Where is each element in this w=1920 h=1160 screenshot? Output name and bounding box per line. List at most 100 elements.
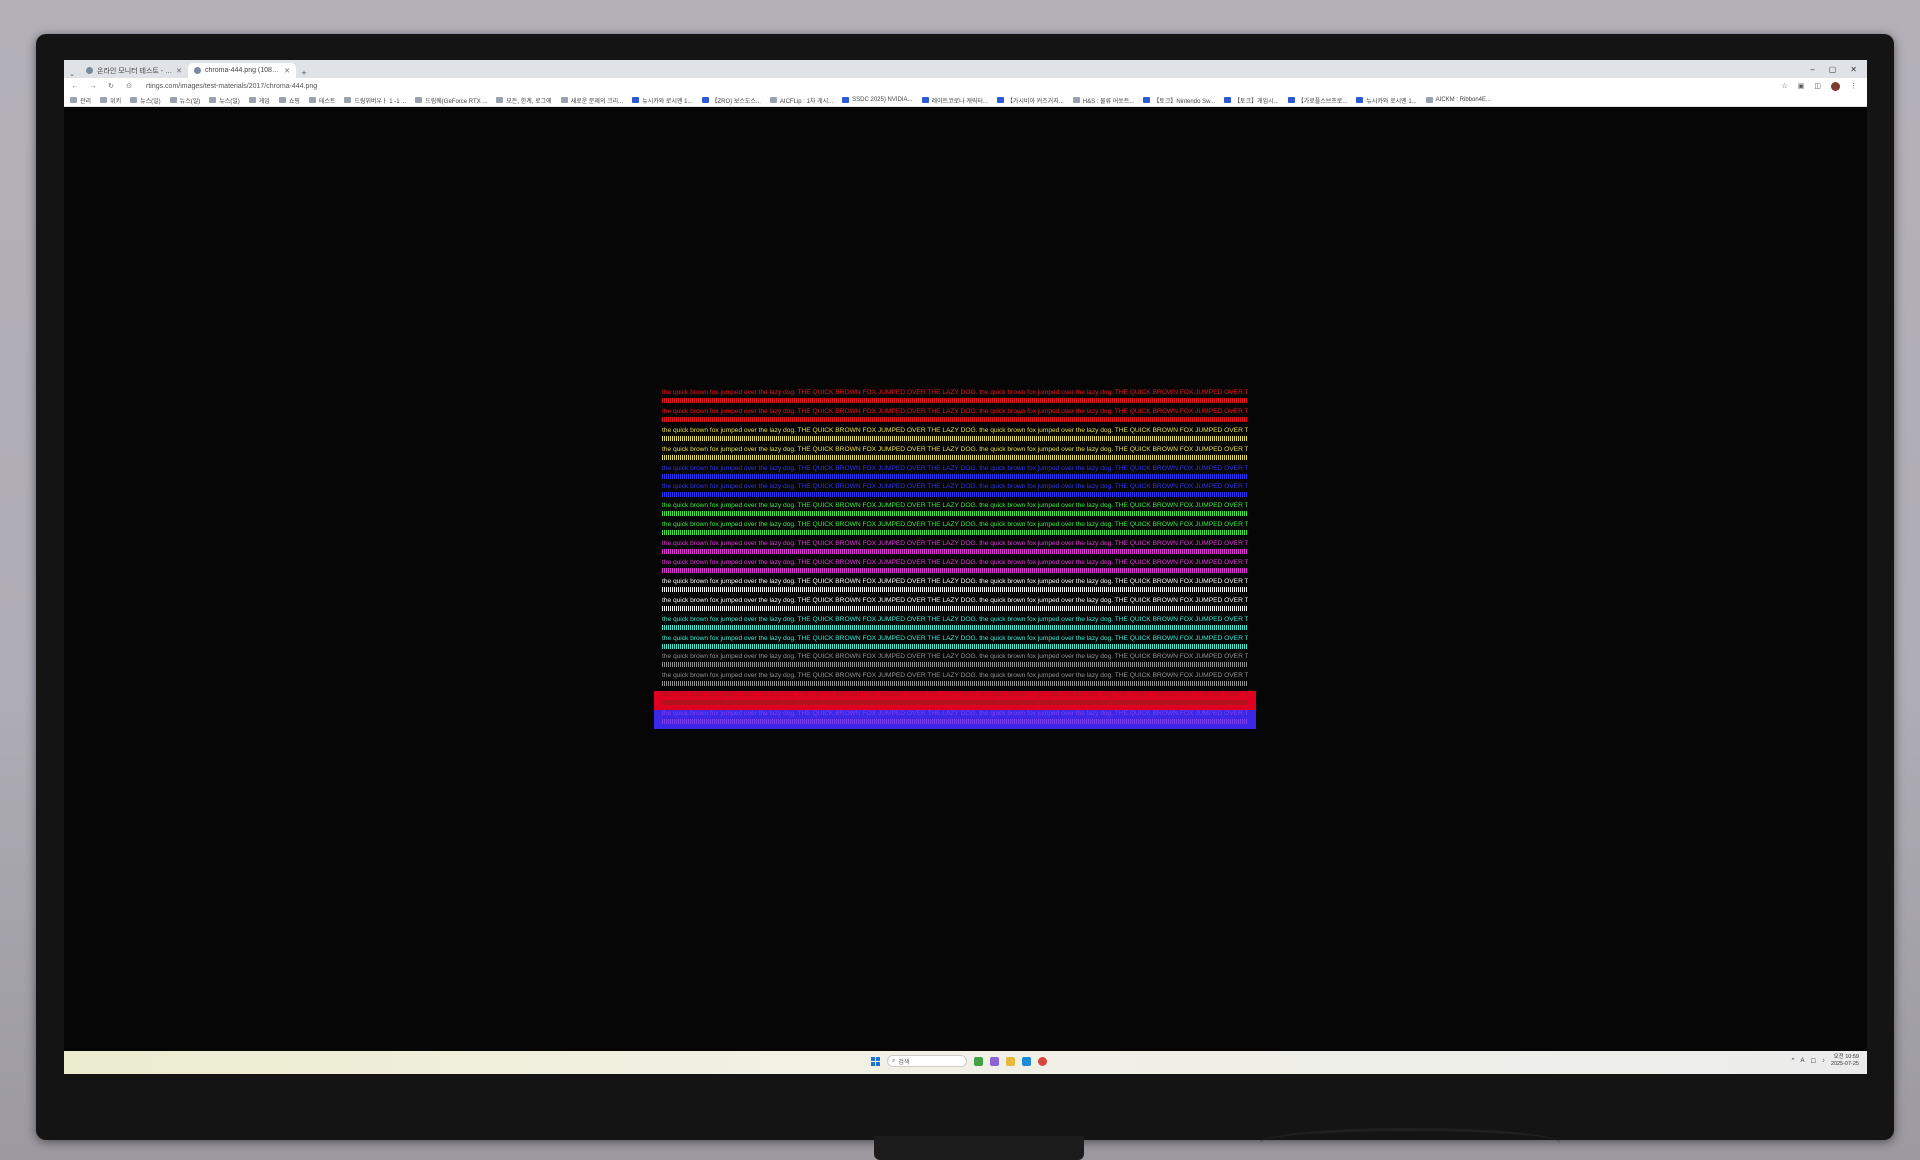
bookmark-label: 모든, 한계, 로그에 <box>506 98 552 105</box>
network-icon[interactable]: ☐ <box>1810 1058 1815 1065</box>
chroma-band: the quick brown fox jumped over the lazy… <box>662 389 1264 408</box>
chroma-band-text: the quick brown fox jumped over the lazy… <box>662 502 1248 510</box>
ime-icon[interactable]: A <box>1800 1058 1804 1064</box>
bookmark-item[interactable]: 뉴스(일) <box>169 96 201 105</box>
bookmark-label: 【ZRO) 보스도스... <box>711 98 761 105</box>
profile-avatar[interactable] <box>1831 81 1840 91</box>
chroma-band-text: the quick brown fox jumped over the lazy… <box>662 445 1248 453</box>
bookmark-label: 【토크】게임시... <box>1234 98 1279 105</box>
widget-icon[interactable] <box>974 1056 983 1066</box>
bookmark-item[interactable]: 모든, 한계, 로그에 <box>496 96 552 105</box>
bookmark-item[interactable]: 위키 <box>100 96 121 105</box>
bookmark-item[interactable]: 【가시비아 커즈거지... <box>996 96 1064 105</box>
bookmark-item[interactable]: 뉴시카와 로시엔 1... <box>1356 96 1417 105</box>
minimize-button[interactable]: – <box>1810 65 1814 74</box>
close-window-button[interactable]: ✕ <box>1850 65 1857 74</box>
bookmark-item[interactable]: 쇼핑 <box>278 96 300 105</box>
chroma-band-text: the quick brown fox jumped over the lazy… <box>662 540 1248 548</box>
extension-icon[interactable]: ▣ <box>1798 82 1805 90</box>
new-tab-button[interactable]: + <box>296 68 312 78</box>
volume-icon[interactable]: ♪ <box>1822 1058 1825 1064</box>
bookmark-label: 드림웨(GeForce RTX ... <box>425 98 488 105</box>
chroma-band-text: the quick brown fox jumped over the lazy… <box>662 389 1248 396</box>
clock-time: 오전 10:59 <box>1833 1054 1859 1060</box>
folder-icon <box>496 97 504 103</box>
tab-title: 온라인 모니터 테스트 - 응답 <box>97 67 173 75</box>
chroma-band-text: the quick brown fox jumped over the lazy… <box>662 615 1248 623</box>
search-icon: ⌕ <box>892 1057 896 1064</box>
tray-overflow-icon[interactable]: ^ <box>1792 1058 1795 1064</box>
file-explorer-icon[interactable] <box>1006 1056 1015 1066</box>
bookmark-item[interactable]: 【토크】게임시... <box>1224 96 1279 105</box>
folder-icon <box>169 97 177 103</box>
folder-icon <box>130 97 138 103</box>
bookmark-item[interactable]: 【ZRO) 보스도스... <box>701 96 761 105</box>
copilot-icon[interactable] <box>990 1056 999 1066</box>
chroma-band: the quick brown fox jumped over the lazy… <box>662 616 1264 635</box>
tab-close-icon[interactable]: ✕ <box>284 67 290 75</box>
bookmark-star-icon[interactable]: ☆ <box>1781 82 1787 90</box>
tab-chroma-image[interactable]: chroma-444.png (1080×720) ✕ <box>188 63 296 78</box>
start-windows-icon[interactable] <box>871 1056 880 1066</box>
bookmark-item[interactable]: 뉴스(일) <box>130 96 161 105</box>
search-placeholder: 검색 <box>898 1059 910 1066</box>
chroma-band-text: the quick brown fox jumped over the lazy… <box>662 407 1248 415</box>
bookmark-label: 드림위버우ㅏ 1 -1 ... <box>354 98 407 105</box>
bookmark-item[interactable]: 레이트코로나 캐릭터... <box>921 96 988 105</box>
bookmark-item[interactable]: 드림웨(GeForce RTX ... <box>415 96 487 105</box>
bookmark-item[interactable]: AICKM : Ribbon4E... <box>1425 97 1491 103</box>
menu-kebab-icon[interactable]: ⋮ <box>1850 82 1857 90</box>
bookmark-item[interactable]: SSDC 2025) NVIDIA... <box>842 97 913 103</box>
site-favicon-icon <box>1287 97 1295 103</box>
bookmark-item[interactable]: 뉴스(일) <box>209 96 240 105</box>
tab-monitor-test[interactable]: 온라인 모니터 테스트 - 응답 ✕ <box>80 63 188 78</box>
reload-icon[interactable]: ↻ <box>106 82 116 90</box>
folder-icon <box>248 97 256 103</box>
edge-icon[interactable] <box>1022 1056 1031 1066</box>
bookmark-item[interactable]: 새로운 문제의 크리... <box>560 96 624 105</box>
back-arrow-icon[interactable]: ← <box>70 83 80 90</box>
bookmark-label: 뉴스(일) <box>179 98 201 105</box>
bookmark-item[interactable]: 【토크】Nintendo Sw... <box>1143 96 1215 105</box>
bookmark-label: H&S : 물류 어쏘트... <box>1082 98 1135 105</box>
bookmark-label: 관리 <box>80 98 92 105</box>
taskbar-search[interactable]: ⌕ 검색 <box>887 1055 967 1067</box>
bookmark-label: 새로운 문제의 크리... <box>570 98 624 105</box>
bookmark-item[interactable]: 게임 <box>248 96 270 105</box>
chrome-icon[interactable] <box>1038 1056 1047 1066</box>
folder-icon <box>1072 97 1080 103</box>
clock[interactable]: 오전 10:59 2025-07-25 <box>1831 1054 1859 1068</box>
window-controls: – ▢ ✕ <box>1810 65 1867 74</box>
chroma-band: the quick brown fox jumped over the lazy… <box>662 672 1264 691</box>
chroma-stripe-bar <box>662 454 1248 460</box>
chroma-band: the quick brown fox jumped over the lazy… <box>654 691 1256 711</box>
bookmark-item[interactable]: 관리 <box>70 96 91 105</box>
maximize-button[interactable]: ▢ <box>1829 65 1837 74</box>
chroma-band: the quick brown fox jumped over the lazy… <box>662 540 1264 559</box>
site-favicon-icon <box>1143 97 1151 103</box>
tab-close-icon[interactable]: ✕ <box>176 67 182 75</box>
bookmark-item[interactable]: 테스트 <box>308 96 335 105</box>
folder-icon <box>100 97 108 103</box>
address-bar[interactable]: rtings.com/images/test-materials/2017/ch… <box>142 80 1773 92</box>
chroma-band-text: the quick brown fox jumped over the lazy… <box>662 672 1248 680</box>
chroma-band: the quick brown fox jumped over the lazy… <box>662 635 1264 654</box>
bookmark-item[interactable]: 뉴시카와 로시엔 1... <box>632 96 693 105</box>
site-info-icon[interactable]: ⊙ <box>124 82 134 90</box>
chroma-band-text: the quick brown fox jumped over the lazy… <box>662 710 1248 718</box>
forward-arrow-icon[interactable]: → <box>88 83 98 90</box>
chroma-stripe-bar <box>662 700 1248 706</box>
tab-search-icon[interactable]: ⌄ <box>64 70 80 78</box>
site-favicon-icon <box>1224 97 1232 103</box>
favicon-icon <box>86 67 93 74</box>
chroma-stripe-bar <box>662 662 1248 668</box>
bookmark-item[interactable]: H&S : 물류 어쏘트... <box>1072 96 1135 105</box>
bookmark-item[interactable]: AICFLip : 1차 게시... <box>769 96 833 105</box>
sidepanel-icon[interactable]: ◫ <box>1814 82 1821 90</box>
chroma-stripe-bar <box>662 681 1248 687</box>
bookmark-item[interactable]: 드림위버우ㅏ 1 -1 ... <box>344 96 406 105</box>
chroma-band: the quick brown fox jumped over the lazy… <box>662 521 1264 540</box>
bookmark-item[interactable]: 【가로플스브프로... <box>1287 96 1347 105</box>
chroma-stripe-bar <box>662 586 1248 592</box>
site-favicon-icon <box>996 97 1004 103</box>
